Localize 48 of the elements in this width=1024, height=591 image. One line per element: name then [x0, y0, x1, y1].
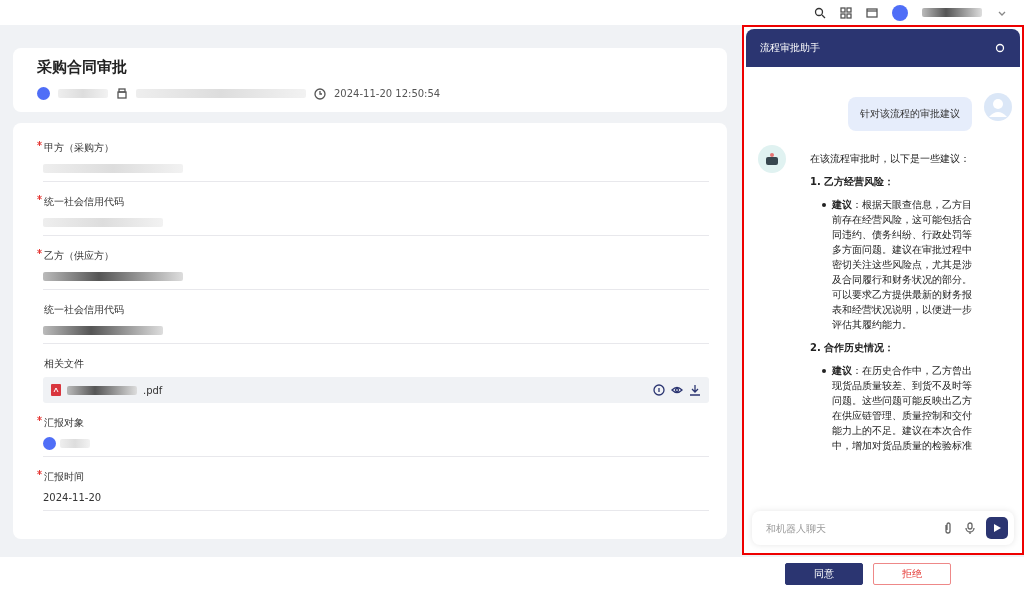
file-name: .pdf	[143, 384, 163, 396]
field-label: 相关文件	[44, 357, 84, 371]
paperclip-icon	[942, 522, 954, 534]
avatar	[37, 87, 50, 100]
user-avatar-icon	[984, 93, 1012, 121]
info-icon	[653, 384, 665, 396]
timestamp: 2024-11-20 12:50:54	[334, 88, 441, 99]
reply-intro: 在该流程审批时，以下是一些建议：	[810, 152, 971, 166]
clock-icon	[314, 87, 326, 100]
window-icon	[866, 6, 878, 19]
send-icon	[992, 523, 1002, 533]
avatar	[43, 436, 56, 450]
redacted-text	[60, 438, 90, 448]
field-label: 汇报时间	[44, 470, 84, 484]
field-label: 甲方（采购方）	[44, 141, 114, 155]
reply-heading: 2. 合作历史情况：	[810, 341, 896, 355]
redacted-text	[67, 385, 137, 395]
field-value: 2024-11-20	[43, 491, 102, 503]
eye-icon	[671, 384, 683, 396]
page-title: 采购合同审批	[37, 58, 128, 77]
pdf-icon	[51, 384, 61, 396]
field-label: 统一社会信用代码	[44, 303, 124, 317]
download-icon	[689, 384, 701, 396]
field-label: 汇报对象	[44, 416, 84, 430]
field-label: 乙方（供应方）	[44, 249, 114, 263]
user-message: 针对该流程的审批建议	[848, 97, 972, 131]
chat-input-field[interactable]: 和机器人聊天	[764, 521, 932, 535]
reply-paragraph: 建议：根据天眼查信息，乙方目前存在经营风险，这可能包括合同违约、债务纠纷、行政处罚等多方面问题。建议在审批过程中密切关注这些风险点，尤其是涉及合同履行和财务状况的部分。可以要求乙方提供最新的财务报表和经营状况说明，以便进一步评估其履约能力。	[832, 198, 973, 332]
reply-paragraph: 建议：在历史合作中，乙方曾出现货品质量较差、到货不及时等问题。这些问题可能反映出乙方在供应链管理、质量控制和交付能力上的不足。建议在本次合作中，增加对货品质量的检验标准	[832, 364, 973, 453]
bullet-icon	[822, 203, 826, 207]
grid-icon	[840, 6, 852, 19]
bullet-icon	[822, 369, 826, 373]
reply-heading: 1. 乙方经营风险：	[810, 175, 896, 189]
circle-icon	[994, 42, 1006, 54]
robot-avatar-icon	[758, 145, 786, 173]
redacted-text	[922, 8, 982, 17]
panel-title: 流程审批助手	[760, 41, 820, 55]
user-avatar[interactable]	[892, 4, 908, 21]
reject-button[interactable]: 拒绝	[873, 563, 951, 585]
field-label: 统一社会信用代码	[44, 195, 124, 209]
printer-icon	[116, 87, 128, 100]
send-button[interactable]	[986, 517, 1008, 539]
chat-input[interactable]: 和机器人聊天	[752, 511, 1014, 545]
file-attachment[interactable]: .pdf	[43, 377, 709, 403]
search-icon	[814, 6, 826, 19]
redacted-text	[58, 89, 108, 98]
approve-button[interactable]: 同意	[785, 563, 863, 585]
microphone-icon	[964, 522, 976, 534]
